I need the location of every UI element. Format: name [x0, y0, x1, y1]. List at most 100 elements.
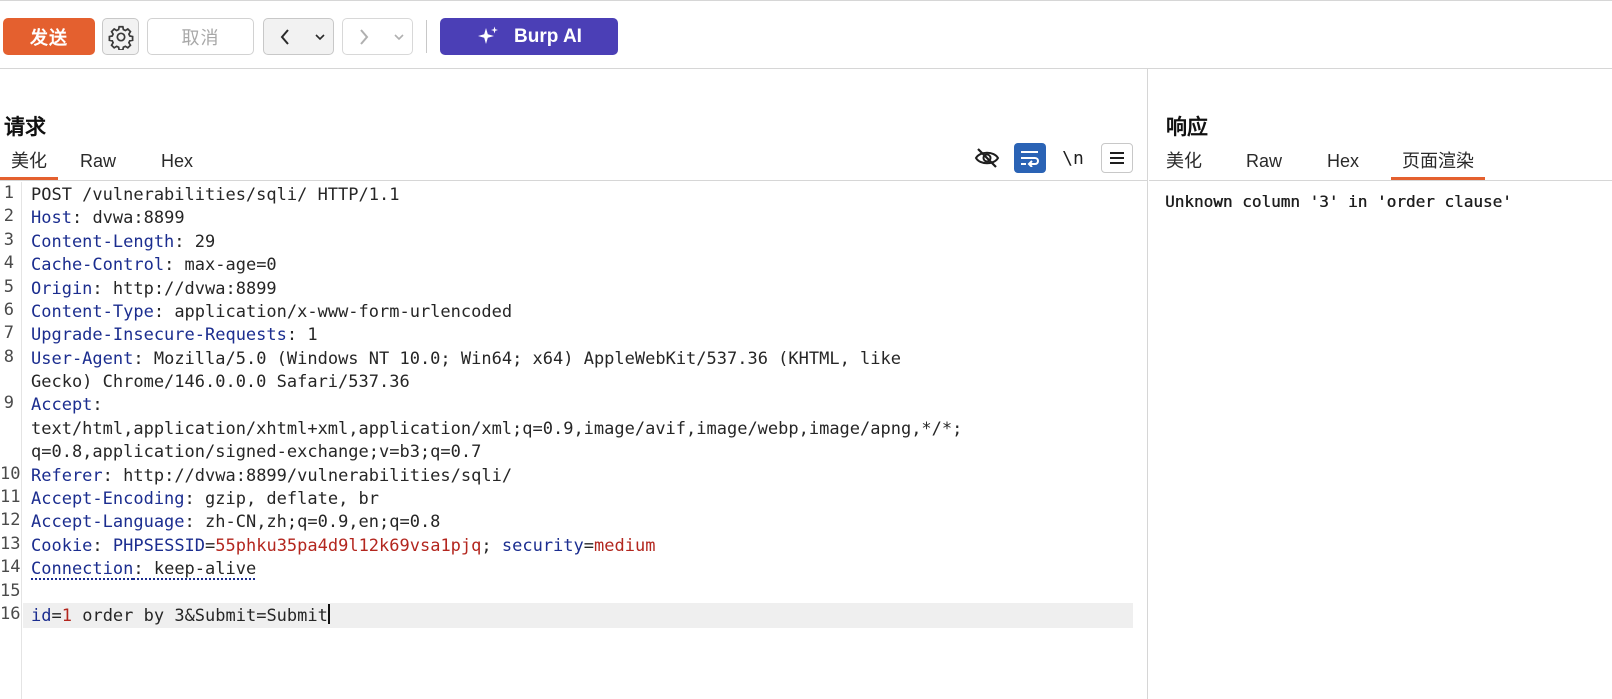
header-line: Accept-Language: zh-CN,zh;q=0.9,en;q=0.8 [31, 512, 441, 532]
text-caret [327, 604, 330, 624]
forward-history-dropdown[interactable] [385, 18, 413, 55]
burp-ai-label: Burp AI [514, 25, 582, 47]
header-value: 1 [307, 325, 318, 345]
tab-response-hex[interactable]: Hex [1327, 148, 1359, 180]
header-value: application/x-www-form-urlencoded [174, 302, 513, 322]
request-title: 请求 [4, 115, 46, 139]
line-number-gutter: 1 2 3 4 5 6 7 8 9 10 11 12 13 14 15 16 [0, 182, 22, 699]
line-number: 7 [3, 323, 14, 343]
line-number: 8 [3, 347, 14, 367]
line-number: 3 [3, 230, 14, 250]
header-key: Cookie [31, 536, 93, 556]
header-key: Accept-Language [31, 512, 185, 532]
line-number: 6 [3, 300, 14, 320]
chevron-left-icon [280, 28, 289, 45]
header-key: Origin [31, 279, 93, 299]
line-number: 16 [0, 604, 21, 624]
header-line: Referer: http://dvwa:8899/vulnerabilitie… [31, 466, 513, 486]
sparkle-icon [478, 26, 499, 44]
header-line: Connection: keep-alive [31, 559, 257, 579]
header-line: Host: dvwa:8899 [31, 208, 185, 228]
header-key: Accept [31, 395, 93, 415]
body-rest: order by 3&Submit=Submit [71, 606, 328, 626]
request-editor[interactable]: 1 2 3 4 5 6 7 8 9 10 11 12 13 14 15 16 P… [0, 182, 1148, 699]
eye-slash-icon [974, 148, 1000, 168]
response-title: 响应 [1166, 115, 1208, 139]
header-value: max-age=0 [184, 255, 277, 275]
toggle-hidden-button[interactable] [971, 143, 1003, 173]
burp-ai-button[interactable]: Burp AI [440, 18, 618, 55]
header-key: User-Agent [31, 349, 134, 369]
hamburger-menu-icon [1110, 152, 1124, 164]
header-line: Cache-Control: max-age=0 [31, 255, 277, 275]
header-line: Upgrade-Insecure-Requests: 1 [31, 325, 318, 345]
header-value: gzip, deflate, br [205, 489, 380, 509]
line-number: 11 [0, 487, 21, 507]
chevron-down-icon [393, 33, 404, 40]
settings-button[interactable] [102, 18, 139, 55]
header-line-continuation: Gecko) Chrome/146.0.0.0 Safari/537.36 [31, 372, 410, 392]
response-tabs: 美化 Raw Hex 页面渲染 [1166, 148, 1486, 180]
header-value: http://dvwa:8899 [112, 279, 277, 299]
header-key: Upgrade-Insecure-Requests [31, 325, 287, 345]
request-body-line: id=1 order by 3&Submit=Submit [31, 604, 330, 626]
header-line: Accept: [31, 395, 103, 415]
header-value: Mozilla/5.0 (Windows NT 10.0; Win64; x64… [153, 349, 901, 369]
response-tabs-divider [1149, 180, 1612, 181]
line-number: 4 [3, 253, 14, 273]
cancel-button[interactable]: 取消 [147, 18, 254, 55]
line-number: 15 [0, 581, 21, 601]
header-value: keep-alive [153, 559, 257, 579]
header-line-continuation: text/html,application/xhtml+xml,applicat… [31, 419, 963, 439]
toolbar-divider [426, 20, 427, 53]
header-line: Origin: http://dvwa:8899 [31, 279, 277, 299]
back-button[interactable] [263, 18, 307, 55]
response-pane: 响应 美化 Raw Hex 页面渲染 Unknown column '3' in… [1149, 69, 1612, 699]
rendered-response-text: Unknown column '3' in 'order clause' [1165, 192, 1512, 211]
tab-request-raw[interactable]: Raw [80, 148, 116, 180]
header-key: Content-Type [31, 302, 154, 322]
header-value: http://dvwa:8899/vulnerabilities/sqli/ [123, 466, 513, 486]
header-value: zh-CN,zh;q=0.9,en;q=0.8 [205, 512, 441, 532]
header-key: Cache-Control [31, 255, 165, 275]
forward-button[interactable] [342, 18, 386, 55]
request-tabs: 美化 Raw Hex [0, 148, 193, 180]
tab-response-render[interactable]: 页面渲染 [1391, 148, 1486, 180]
gear-icon [108, 25, 133, 50]
header-key: Content-Length [31, 232, 175, 252]
header-key: Accept-Encoding [31, 489, 185, 509]
tab-response-raw[interactable]: Raw [1246, 148, 1282, 180]
editor-menu-button[interactable] [1101, 143, 1133, 173]
wrap-lines-icon [1021, 151, 1039, 167]
line-number: 2 [3, 206, 14, 226]
line-number: 9 [3, 393, 14, 413]
toolbar: 发送 取消 Burp AI [0, 0, 1612, 69]
tab-request-pretty[interactable]: 美化 [0, 148, 58, 180]
header-key: Host [31, 208, 72, 228]
show-newlines-toggle[interactable]: \n [1057, 143, 1089, 173]
header-key: Referer [31, 466, 103, 486]
line-number: 10 [0, 464, 21, 484]
cookie-value: 55phku35pa4d9l12k69vsa1pjq [215, 536, 482, 556]
header-line-continuation: q=0.8,application/signed-exchange;v=b3;q… [31, 442, 482, 462]
header-key: Connection [31, 559, 134, 579]
back-history-dropdown[interactable] [306, 18, 334, 55]
header-value: dvwa:8899 [92, 208, 185, 228]
request-pane: 请求 美化 Raw Hex \n 1 2 3 4 5 6 7 8 9 10 11… [0, 69, 1148, 699]
body-param-name: id [31, 606, 52, 626]
line-number: 5 [3, 277, 14, 297]
tab-request-hex[interactable]: Hex [161, 148, 193, 180]
tab-response-pretty[interactable]: 美化 [1166, 148, 1202, 180]
line-number: 1 [3, 183, 14, 203]
cookie-value: medium [594, 536, 656, 556]
request-tabs-divider [0, 180, 1148, 181]
request-line: POST /vulnerabilities/sqli/ HTTP/1.1 [31, 185, 400, 205]
cookie-name: PHPSESSID [112, 536, 206, 556]
header-line: Content-Type: application/x-www-form-url… [31, 302, 513, 322]
wrap-lines-toggle[interactable] [1014, 143, 1046, 173]
line-number: 13 [0, 534, 21, 554]
send-button[interactable]: 发送 [3, 18, 95, 55]
header-line: User-Agent: Mozilla/5.0 (Windows NT 10.0… [31, 349, 901, 369]
chevron-down-icon [314, 33, 325, 40]
body-param-value: 1 [61, 606, 72, 626]
